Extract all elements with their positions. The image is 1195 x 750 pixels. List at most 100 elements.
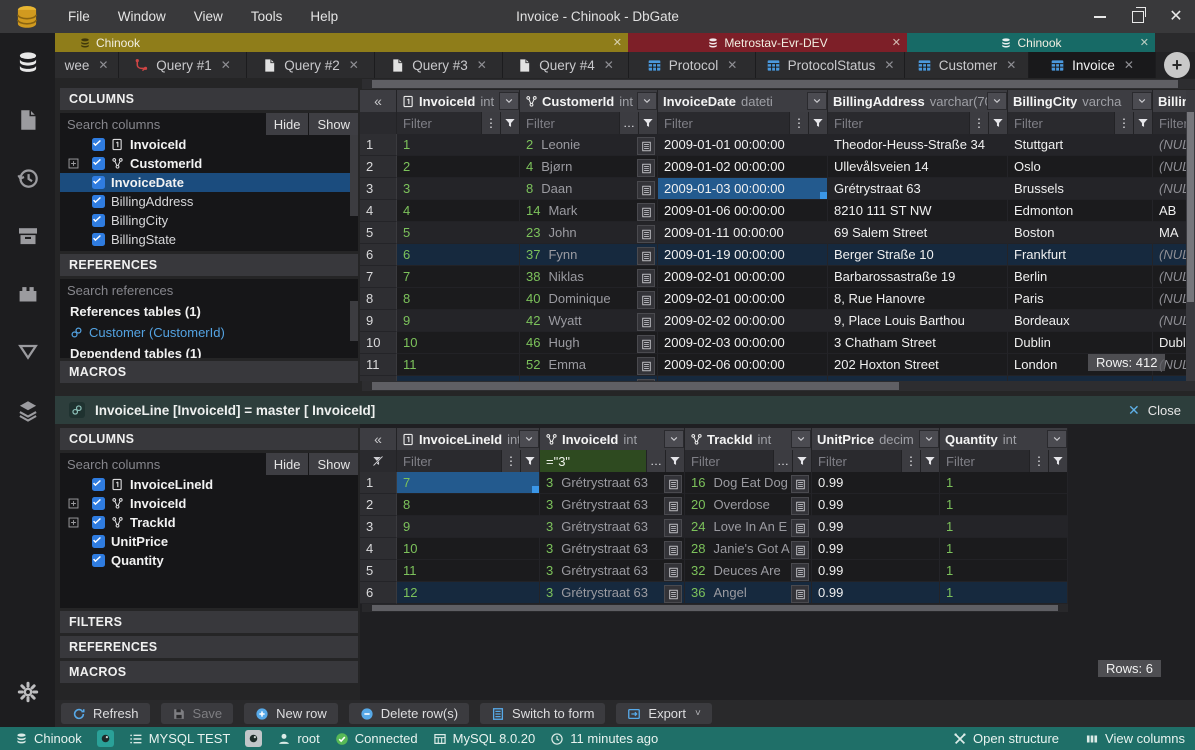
hide-all-button[interactable]: Hide (266, 113, 309, 135)
row-number[interactable]: 3 (360, 178, 397, 200)
menubar-item-help[interactable]: Help (298, 0, 350, 33)
column-checkbox[interactable] (92, 478, 105, 491)
data-cell[interactable]: 0.99 (812, 560, 940, 582)
sidebar-column-trackid[interactable]: TrackId (60, 513, 358, 532)
column-checkbox[interactable] (92, 195, 105, 208)
sidebar-column-billingstate[interactable]: BillingState (60, 230, 358, 249)
filter-input-invoicedate[interactable]: Filter⋮ (658, 112, 828, 134)
data-cell[interactable]: 4 (397, 200, 520, 222)
search-columns-input[interactable]: Search columns (60, 453, 265, 475)
data-cell[interactable]: 14Mark (520, 200, 658, 222)
data-cell[interactable]: Barbarossastraße 19 (828, 266, 1008, 288)
column-checkbox[interactable] (92, 516, 105, 529)
row-number[interactable]: 3 (360, 516, 397, 538)
open-reference-icon[interactable] (791, 475, 809, 493)
data-cell[interactable]: 3Grétrystraat 63 (540, 582, 685, 604)
filter-funnel-icon[interactable] (792, 450, 811, 472)
data-cell[interactable]: 1 (940, 582, 1068, 604)
filter-funnel-icon[interactable] (808, 112, 827, 134)
open-reference-icon[interactable] (791, 541, 809, 559)
filter-funnel-icon[interactable] (1133, 112, 1152, 134)
filter-menu-button[interactable]: ⋮ (501, 450, 520, 472)
column-header-invoiceid[interactable]: InvoiceIdint (540, 428, 685, 450)
vertical-scrollbar[interactable] (1186, 90, 1195, 381)
filter-funnel-icon[interactable] (1048, 450, 1067, 472)
restore-button[interactable] (1119, 0, 1157, 33)
data-cell[interactable]: Theodor-Heuss-Straße 34 (828, 134, 1008, 156)
open-reference-icon[interactable] (637, 203, 655, 221)
filter-input-trackid[interactable]: Filter… (685, 450, 812, 472)
sidebar-column-invoicelineid[interactable]: InvoiceLineId (60, 475, 358, 494)
open-reference-icon[interactable] (664, 585, 682, 603)
data-cell[interactable]: 202 Hoxton Street (828, 354, 1008, 376)
data-cell[interactable]: 11 (397, 354, 520, 376)
data-cell[interactable]: 2009-02-01 00:00:00 (658, 288, 828, 310)
close-tab-icon[interactable]: ✕ (1140, 36, 1149, 49)
data-cell[interactable]: 2009-02-02 00:00:00 (658, 310, 828, 332)
data-cell[interactable]: 1 (397, 134, 520, 156)
main-grid-horizontal-scrollbar[interactable] (362, 381, 1195, 391)
connection-tab-1[interactable]: Metrostav-Evr-DEV✕ (628, 33, 907, 52)
data-cell[interactable]: 0.99 (812, 472, 940, 494)
row-number[interactable]: 5 (360, 222, 397, 244)
nav-plugins[interactable] (0, 265, 55, 323)
data-cell[interactable]: 3Grétrystraat 63 (540, 516, 685, 538)
section-macros[interactable]: MACROS (60, 661, 358, 683)
column-menu-chevron-icon[interactable] (519, 430, 539, 448)
column-menu-chevron-icon[interactable] (1132, 92, 1152, 110)
filter-menu-button[interactable]: … (773, 450, 792, 472)
column-menu-chevron-icon[interactable] (1047, 430, 1067, 448)
column-checkbox[interactable] (92, 157, 105, 170)
expand-icon[interactable] (68, 158, 79, 169)
menubar-item-file[interactable]: File (56, 0, 102, 33)
open-reference-icon[interactable] (637, 313, 655, 331)
close-tab-icon[interactable]: ✕ (1006, 58, 1016, 72)
list-scrollbar[interactable] (350, 135, 358, 216)
section-filters[interactable]: FILTERS (60, 611, 358, 633)
close-button[interactable]: ✕ (1157, 0, 1195, 33)
data-cell[interactable]: 11 (397, 560, 540, 582)
sidebar-column-invoicedate[interactable]: InvoiceDate (60, 173, 358, 192)
open-reference-icon[interactable] (664, 497, 682, 515)
sidebar-column-unitprice[interactable]: UnitPrice (60, 532, 358, 551)
data-cell[interactable]: 2009-02-03 00:00:00 (658, 332, 828, 354)
collapse-columns-button[interactable]: « (360, 90, 397, 112)
filter-menu-button[interactable]: … (619, 112, 638, 134)
data-cell[interactable]: 2009-01-06 00:00:00 (658, 200, 828, 222)
column-menu-chevron-icon[interactable] (807, 92, 827, 110)
data-cell[interactable]: 2 (397, 156, 520, 178)
column-header-invoicelineid[interactable]: InvoiceLineIdint (397, 428, 540, 450)
column-menu-chevron-icon[interactable] (664, 430, 684, 448)
close-tab-icon[interactable]: ✕ (884, 58, 894, 72)
data-cell[interactable]: 36Angel (685, 582, 812, 604)
filter-input-invoiceid[interactable]: ="3"… (540, 450, 685, 472)
open-reference-icon[interactable] (791, 497, 809, 515)
tab-query-2[interactable]: Query #2✕ (247, 52, 375, 78)
column-checkbox[interactable] (92, 214, 105, 227)
sidebar-column-billingcity[interactable]: BillingCity (60, 211, 358, 230)
tab-invoice[interactable]: Invoice✕ (1029, 52, 1156, 78)
data-cell[interactable]: Boston (1008, 222, 1153, 244)
close-tab-icon[interactable]: ✕ (98, 58, 108, 72)
data-cell[interactable]: 10 (397, 332, 520, 354)
data-cell[interactable]: Grétrystraat 63 (828, 178, 1008, 200)
data-cell[interactable]: 9 (397, 516, 540, 538)
data-cell[interactable]: 2009-01-02 00:00:00 (658, 156, 828, 178)
filter-funnel-icon[interactable] (638, 112, 657, 134)
data-cell[interactable]: 8 (397, 494, 540, 516)
filter-menu-button[interactable]: ⋮ (1114, 112, 1133, 134)
filter-input-billingcity[interactable]: Filter⋮ (1008, 112, 1153, 134)
column-header-unitprice[interactable]: UnitPricedecim (812, 428, 940, 450)
column-header-quantity[interactable]: Quantityint (940, 428, 1068, 450)
close-tab-icon[interactable]: ✕ (727, 58, 737, 72)
top-horizontal-scrollbar[interactable] (362, 79, 1195, 89)
data-cell[interactable]: 1 (940, 516, 1068, 538)
tab-protocolstatus[interactable]: ProtocolStatus✕ (756, 52, 905, 78)
menubar-item-window[interactable]: Window (106, 0, 178, 33)
expand-icon[interactable] (68, 498, 79, 509)
column-menu-chevron-icon[interactable] (919, 430, 939, 448)
data-cell[interactable]: 32Deuces Are (685, 560, 812, 582)
data-cell[interactable]: 1 (940, 560, 1068, 582)
new-row-button[interactable]: New row (244, 703, 338, 724)
tab-protocol[interactable]: Protocol✕ (629, 52, 756, 78)
